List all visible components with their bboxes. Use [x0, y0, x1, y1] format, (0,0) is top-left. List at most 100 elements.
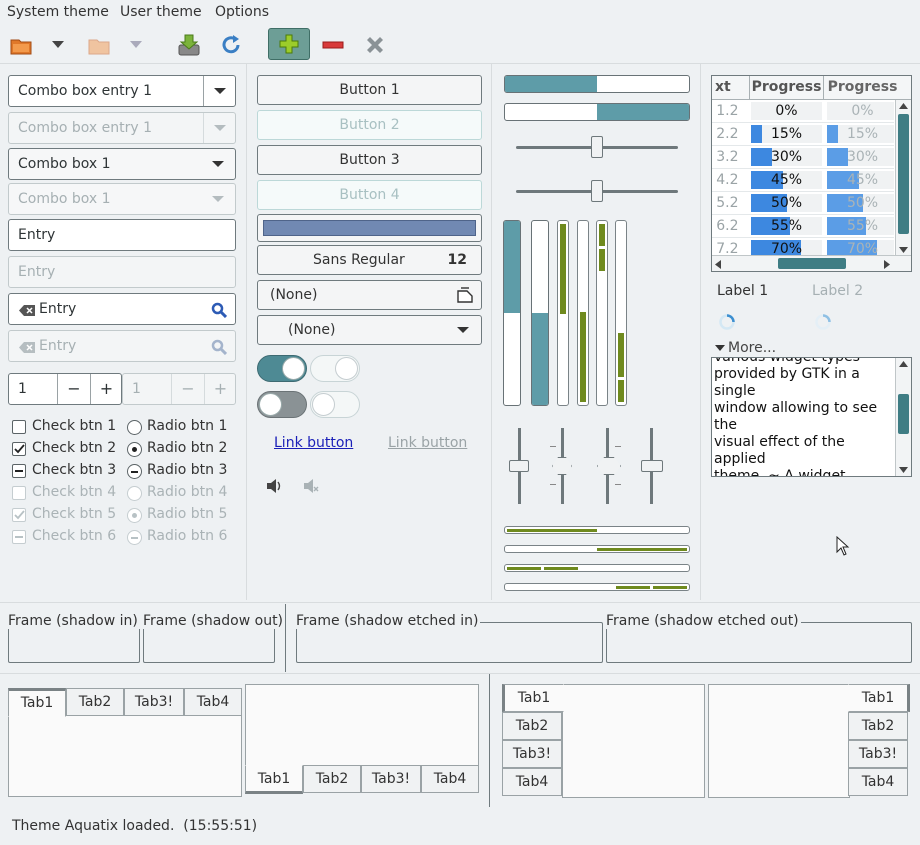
radio-1[interactable] [127, 420, 142, 435]
tab-3[interactable]: Tab3! [848, 740, 908, 768]
scale-handle[interactable] [591, 180, 603, 202]
tree-row[interactable]: xt 4.2 45% 45% [712, 169, 894, 192]
scale-handle[interactable] [597, 457, 621, 475]
scale-2[interactable] [516, 180, 678, 202]
chevron-up-icon[interactable] [899, 361, 908, 367]
search-entry[interactable]: Entry [8, 293, 236, 325]
tab-2[interactable]: Tab2 [303, 765, 361, 793]
combo-box-entry-text[interactable]: Combo box entry 1 [18, 83, 152, 99]
scale-handle[interactable] [552, 457, 572, 475]
vscale-3[interactable] [597, 428, 623, 504]
tree-row[interactable]: xt 1.2 0% 0% [712, 100, 894, 123]
progress-bar-1 [504, 75, 690, 93]
volume-icon[interactable] [266, 478, 282, 494]
tree-row[interactable]: xt 6.2 55% 55% [712, 215, 894, 238]
scale-handle[interactable] [641, 460, 663, 472]
progress-cell-text: 0% [851, 103, 874, 119]
status-bar-text: Theme Aquatix loaded. (15:55:51) [12, 818, 258, 834]
menu-user-theme[interactable]: User theme [120, 4, 202, 20]
text-entry[interactable]: Entry [8, 219, 236, 251]
remove-icon[interactable] [318, 32, 348, 58]
progress-cell-text: 15% [846, 126, 879, 142]
tab-1[interactable]: Tab1 [502, 684, 564, 712]
scrollbar-thumb[interactable] [898, 394, 909, 434]
tree-row[interactable]: xt 2.2 15% 15% [712, 123, 894, 146]
checkbox-3[interactable] [12, 464, 26, 478]
combo-box-label: Combo box 1 [18, 156, 111, 172]
dropdown-arrow-icon[interactable] [46, 32, 70, 58]
scale-handle[interactable] [591, 136, 603, 158]
vscale-1[interactable] [509, 428, 529, 504]
chevron-left-icon[interactable] [715, 260, 721, 269]
checkbox-2[interactable] [12, 442, 26, 456]
chevron-down-icon[interactable] [899, 247, 908, 253]
chevron-down-icon[interactable] [899, 467, 908, 473]
font-button[interactable]: Sans Regular 12 [257, 245, 482, 275]
file-chooser-button[interactable]: (None) [257, 280, 482, 310]
download-icon[interactable] [174, 32, 204, 58]
scrollbar-thumb[interactable] [778, 258, 846, 269]
tab-2[interactable]: Tab2 [848, 712, 908, 740]
checkbox-1[interactable] [12, 420, 26, 434]
link-button[interactable]: Link button [274, 435, 353, 451]
text-view[interactable]: various widget types provided by GTK in a… [711, 357, 912, 477]
scrollbar-thumb[interactable] [898, 114, 909, 234]
chevron-up-icon[interactable] [899, 103, 908, 109]
search-icon[interactable] [211, 302, 227, 318]
combo-box-entry[interactable]: Combo box entry 1 [8, 75, 236, 107]
combo-box[interactable]: Combo box 1 [8, 148, 236, 180]
add-icon[interactable] [268, 28, 310, 60]
open-folder-icon[interactable] [6, 32, 36, 58]
column-header-progress-2[interactable]: Progress [825, 76, 900, 99]
progress-cell: 50% [751, 194, 822, 212]
spin-plus-button[interactable]: + [90, 374, 122, 404]
column-header-progress-1[interactable]: Progress [749, 76, 824, 99]
chevron-down-icon[interactable] [203, 76, 235, 106]
switch-off[interactable] [257, 391, 307, 418]
combo-none[interactable]: (None) [257, 315, 482, 345]
tab-4[interactable]: Tab4 [848, 768, 908, 796]
tab-3[interactable]: Tab3! [124, 688, 184, 716]
scale-1[interactable] [516, 136, 678, 158]
expander[interactable]: More... [713, 340, 833, 358]
column-header-name[interactable]: xt [715, 79, 731, 95]
tree-row[interactable]: xt 5.2 50% 50% [712, 192, 894, 215]
vertical-scrollbar[interactable] [895, 100, 911, 256]
vscale-2[interactable] [550, 428, 574, 504]
spin-value[interactable]: 1 [18, 381, 27, 397]
tab-2[interactable]: Tab2 [66, 688, 124, 716]
switch-on[interactable] [257, 355, 307, 382]
radio-2[interactable] [127, 442, 142, 457]
tab-1[interactable]: Tab1 [848, 684, 910, 712]
tree-row[interactable]: xt 3.2 30% 30% [712, 146, 894, 169]
tab-4[interactable]: Tab4 [421, 765, 479, 793]
tab-2[interactable]: Tab2 [502, 712, 562, 740]
color-button[interactable] [257, 214, 482, 242]
vertical-scrollbar[interactable] [895, 358, 911, 476]
refresh-icon[interactable] [216, 32, 246, 58]
radio-3[interactable] [127, 464, 142, 479]
tab-4[interactable]: Tab4 [502, 768, 562, 796]
button-3[interactable]: Button 3 [257, 145, 482, 175]
menu-options[interactable]: Options [215, 4, 269, 20]
close-icon[interactable] [360, 32, 390, 58]
tab-1[interactable]: Tab1 [245, 765, 303, 794]
clear-icon[interactable] [19, 305, 35, 316]
tree-cell-name: xt 5.2 [712, 195, 739, 211]
vscale-4[interactable] [641, 428, 663, 504]
tab-1[interactable]: Tab1 [8, 688, 66, 717]
search-entry-value[interactable]: Entry [39, 301, 76, 317]
chevron-right-icon[interactable] [884, 260, 890, 269]
text-entry-value[interactable]: Entry [18, 227, 55, 243]
tab-3[interactable]: Tab3! [502, 740, 562, 768]
tree-row[interactable]: xt 7.2 70% 70% [712, 238, 894, 256]
radio-3-label: Radio btn 3 [147, 462, 228, 478]
scale-handle[interactable] [509, 460, 529, 472]
button-1[interactable]: Button 1 [257, 75, 482, 105]
tab-3[interactable]: Tab3! [361, 765, 421, 793]
spin-minus-button[interactable]: − [57, 374, 90, 404]
menu-system-theme[interactable]: System theme [7, 4, 109, 20]
scale-mark [550, 484, 556, 485]
tab-4[interactable]: Tab4 [184, 688, 242, 716]
horizontal-scrollbar[interactable] [712, 255, 911, 271]
